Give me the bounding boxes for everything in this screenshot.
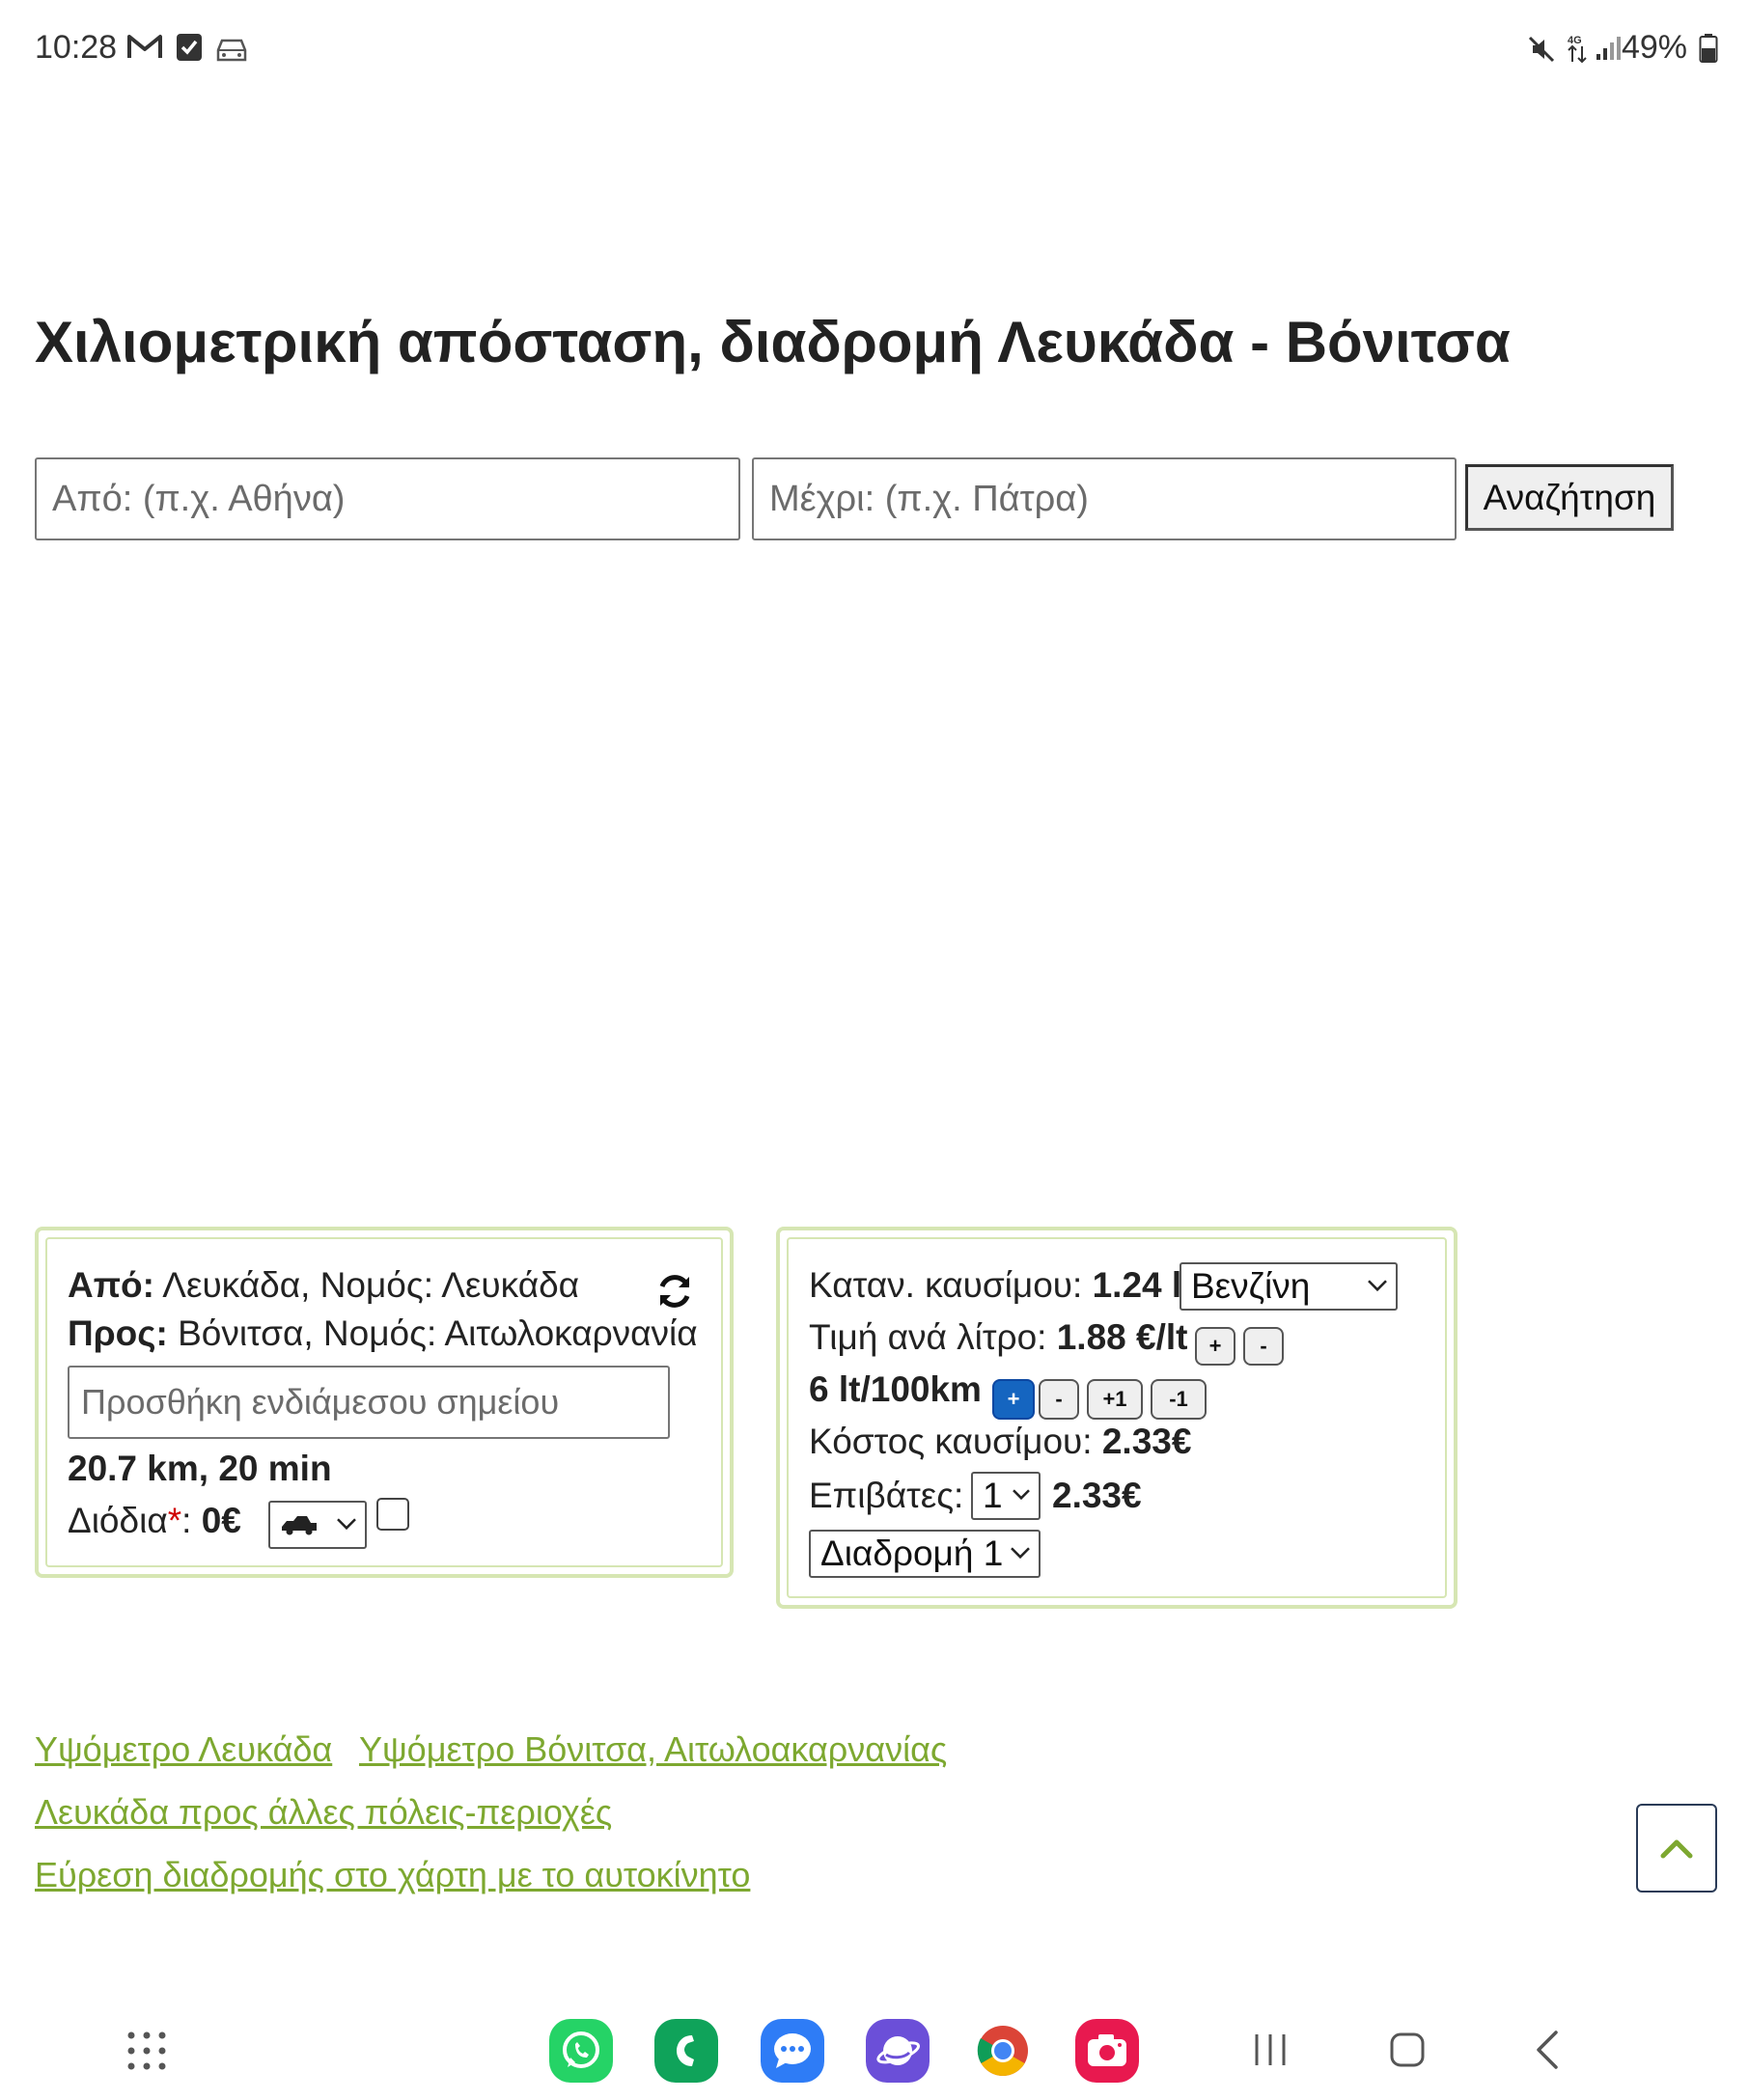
gmail-icon bbox=[127, 35, 162, 58]
efficiency-minus-one-button[interactable]: -1 bbox=[1151, 1379, 1207, 1420]
route-to-label: Προς: bbox=[68, 1313, 168, 1353]
network-label: 4G bbox=[1568, 35, 1582, 46]
fuel-cost-value: 2.33€ bbox=[1101, 1422, 1192, 1461]
signal-icon bbox=[1596, 37, 1621, 60]
whatsapp-icon[interactable] bbox=[549, 2019, 613, 2083]
passengers-label: Επιβάτες: bbox=[809, 1476, 964, 1515]
app-drawer-icon[interactable] bbox=[126, 2031, 167, 2071]
route-from-label: Από: bbox=[68, 1265, 154, 1305]
consumption-label: Καταν. καυσίμου: bbox=[809, 1265, 1083, 1305]
route-panel: Από: Λευκάδα, Νομός: Λευκάδα Προς: Βόνιτ… bbox=[35, 1227, 734, 1578]
data-arrows-icon: 4G bbox=[1568, 35, 1587, 64]
vehicle-type-select[interactable] bbox=[268, 1501, 367, 1549]
route-from-line: Από: Λευκάδα, Νομός: Λευκάδα bbox=[68, 1265, 579, 1306]
efficiency-increase-button[interactable]: + bbox=[992, 1379, 1035, 1420]
price-increase-button[interactable]: + bbox=[1195, 1327, 1235, 1366]
search-button[interactable]: Αναζήτηση bbox=[1465, 464, 1674, 531]
recent-apps-icon[interactable] bbox=[1251, 2031, 1290, 2069]
price-line: Τιμή ανά λίτρο: 1.88 €/lt bbox=[809, 1317, 1187, 1358]
tolls-value: 0€ bbox=[201, 1501, 241, 1540]
battery-percent: 49% bbox=[1621, 29, 1687, 66]
price-label: Τιμή ανά λίτρο: bbox=[809, 1317, 1047, 1357]
phone-icon[interactable] bbox=[654, 2019, 718, 2083]
car-icon bbox=[216, 39, 247, 62]
price-decrease-button[interactable]: - bbox=[1243, 1327, 1284, 1366]
per-person-cost: 2.33€ bbox=[1052, 1476, 1142, 1515]
mute-icon bbox=[1528, 36, 1555, 63]
car-icon bbox=[282, 1516, 317, 1535]
route-from-value: Λευκάδα, Νομός: Λευκάδα bbox=[162, 1265, 580, 1305]
efficiency-value: 6 lt/100km bbox=[809, 1369, 982, 1409]
page-title: Χιλιομετρική απόσταση, διαδρομή Λευκάδα … bbox=[35, 310, 1511, 374]
efficiency-decrease-button[interactable]: - bbox=[1039, 1379, 1079, 1420]
back-icon[interactable] bbox=[1533, 2029, 1562, 2071]
chevron-down-icon bbox=[1011, 1547, 1030, 1560]
find-route-link[interactable]: Εύρεση διαδρομής στο χάρτη με το αυτοκίν… bbox=[35, 1855, 750, 1895]
from-input[interactable] bbox=[35, 457, 740, 540]
tolls-label: Διόδια bbox=[68, 1501, 168, 1540]
chevron-down-icon bbox=[1013, 1489, 1030, 1501]
consumption-line: Καταν. καυσίμου: 1.24 lt bbox=[809, 1265, 1194, 1306]
route-to-value: Βόνιτσα, Νομός: Αιτωλοκαρνανία bbox=[178, 1313, 698, 1353]
camera-icon[interactable] bbox=[1075, 2019, 1139, 2083]
chevron-up-icon bbox=[1660, 1839, 1693, 1859]
fuel-cost-panel: Καταν. καυσίμου: 1.24 lt Βενζίνη Τιμή αν… bbox=[776, 1227, 1458, 1609]
other-cities-link[interactable]: Λευκάδα προς άλλες πόλεις-περιοχές bbox=[35, 1792, 612, 1833]
tolls-asterisk: * bbox=[167, 1501, 182, 1540]
swap-route-icon[interactable] bbox=[654, 1271, 695, 1312]
checkbox-notification-icon bbox=[177, 34, 202, 61]
fuel-cost-line: Κόστος καυσίμου: 2.33€ bbox=[809, 1422, 1191, 1462]
passengers-select[interactable]: 1 bbox=[971, 1472, 1041, 1520]
battery-icon bbox=[1699, 34, 1718, 63]
waypoint-input[interactable] bbox=[68, 1366, 670, 1439]
elevation-lefkada-link[interactable]: Υψόμετρο Λευκάδα bbox=[35, 1729, 332, 1770]
chrome-icon[interactable] bbox=[971, 2019, 1035, 2083]
chevron-down-icon bbox=[1368, 1280, 1387, 1292]
fuel-type-select[interactable]: Βενζίνη bbox=[1180, 1262, 1398, 1311]
tolls-checkbox[interactable] bbox=[376, 1498, 409, 1531]
fuel-cost-label: Κόστος καυσίμου: bbox=[809, 1422, 1093, 1461]
route-to-line: Προς: Βόνιτσα, Νομός: Αιτωλοκαρνανία bbox=[68, 1313, 698, 1354]
efficiency-line: 6 lt/100km bbox=[809, 1369, 982, 1410]
elevation-vonitsa-link[interactable]: Υψόμετρο Βόνιτσα, Αιτωλοακαρνανίας bbox=[359, 1729, 947, 1770]
efficiency-plus-one-button[interactable]: +1 bbox=[1087, 1379, 1143, 1420]
home-icon[interactable] bbox=[1388, 2031, 1427, 2069]
scroll-to-top-button[interactable] bbox=[1636, 1804, 1717, 1893]
consumption-value: 1.24 lt bbox=[1092, 1265, 1194, 1305]
distance-time: 20.7 km, 20 min bbox=[68, 1449, 332, 1488]
tolls-line: Διόδια*: 0€ bbox=[68, 1501, 241, 1540]
price-value: 1.88 €/lt bbox=[1056, 1317, 1188, 1357]
to-input[interactable] bbox=[752, 457, 1457, 540]
status-time: 10:28 bbox=[35, 29, 118, 66]
internet-browser-icon[interactable] bbox=[866, 2019, 930, 2083]
route-variant-select[interactable]: Διαδρομή 1 bbox=[809, 1530, 1041, 1578]
chevron-down-icon bbox=[337, 1518, 356, 1531]
messages-icon[interactable] bbox=[761, 2019, 824, 2083]
